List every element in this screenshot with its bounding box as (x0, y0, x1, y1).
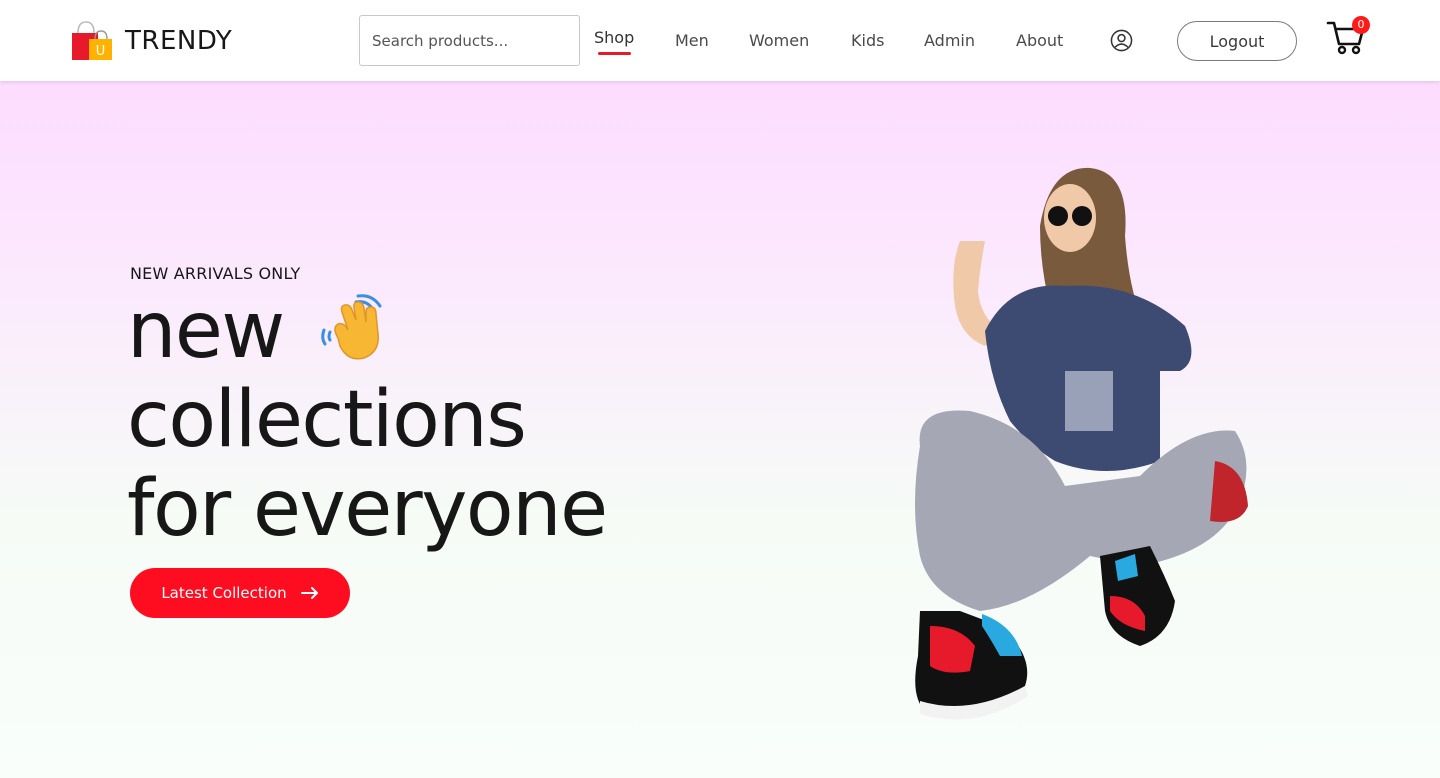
hero-model-image (915, 167, 1248, 720)
arrow-right-icon (300, 587, 318, 599)
hero-headline-line-2: collections (127, 375, 527, 465)
cta-label: Latest Collection (161, 584, 287, 602)
nav-link-men[interactable]: Men (675, 31, 709, 50)
shopping-bags-icon: U (72, 21, 112, 60)
nav-link-women[interactable]: Women (749, 31, 809, 50)
nav-link-shop[interactable]: Shop (594, 28, 634, 47)
waving-hand-icon (321, 294, 382, 360)
nav-link-about[interactable]: About (1016, 31, 1063, 50)
active-nav-underline (598, 52, 631, 55)
hero-eyebrow: NEW ARRIVALS ONLY (130, 264, 301, 283)
nav-link-kids[interactable]: Kids (851, 31, 884, 50)
brand-logo[interactable]: U TRENDY (70, 20, 232, 62)
search-input[interactable] (359, 15, 580, 66)
hero-section: NEW ARRIVALS ONLY new collections for ev… (0, 81, 1440, 778)
top-navbar: U TRENDY Shop Men Women Kids Admin About… (0, 0, 1440, 81)
cart-count-badge: 0 (1352, 16, 1370, 34)
nav-link-admin[interactable]: Admin (924, 31, 975, 50)
brand-name: TRENDY (125, 26, 233, 56)
logo-letter: U (96, 44, 106, 59)
hero-headline-line-1: new (127, 286, 285, 376)
user-circle-icon[interactable] (1110, 29, 1133, 52)
hero-headline-line-3: for everyone (127, 464, 608, 554)
logout-button[interactable]: Logout (1177, 21, 1297, 61)
latest-collection-button[interactable]: Latest Collection (130, 568, 350, 618)
